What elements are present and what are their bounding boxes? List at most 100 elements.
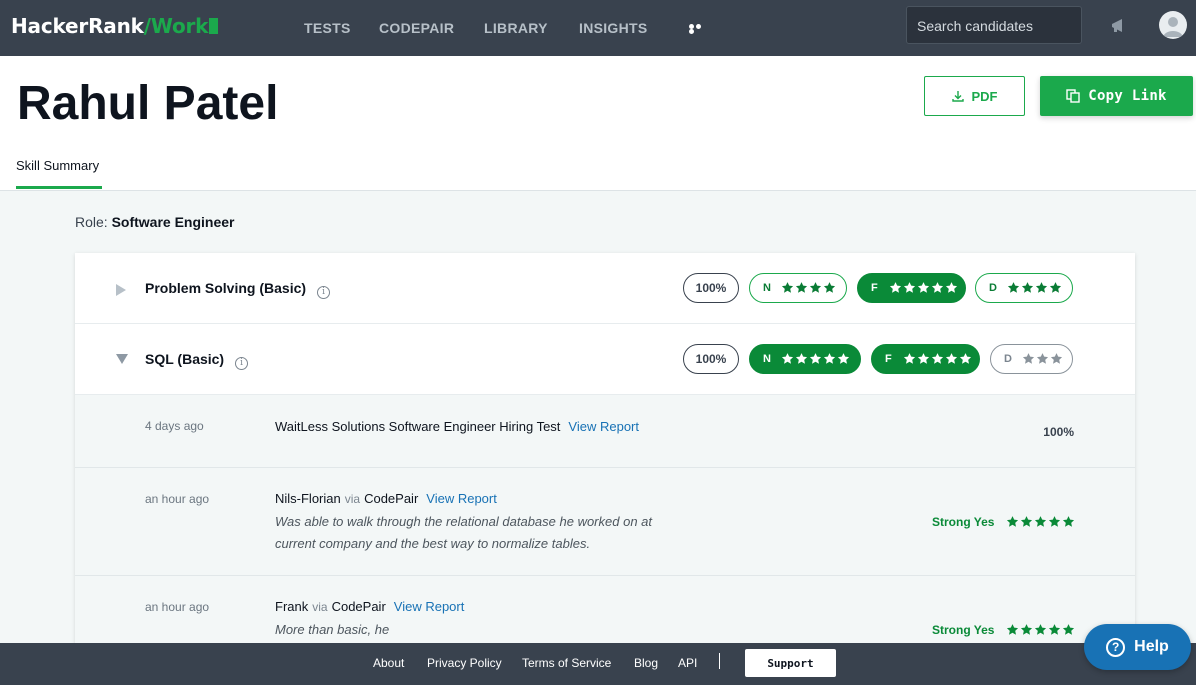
rating-badge-d: D: [990, 344, 1073, 374]
entry-score: 100%: [1043, 425, 1074, 439]
star-icon: [781, 282, 794, 293]
footer-link-privacy[interactable]: Privacy Policy: [427, 656, 502, 670]
star-icon: [889, 282, 902, 293]
star-icon: [1007, 282, 1020, 293]
star-icon: [823, 353, 836, 364]
star-icon: [945, 353, 958, 364]
pdf-label: PDF: [971, 88, 998, 104]
entry-interviewer: Frank via CodePair View Report: [275, 599, 465, 614]
codepair-entry: an hour ago Nils-Florian via CodePair View …: [75, 468, 1135, 576]
star-icon: [917, 282, 930, 293]
star-icon: [1034, 516, 1047, 527]
megaphone-icon[interactable]: [1109, 16, 1129, 36]
caret-right-icon[interactable]: [115, 283, 127, 297]
footer-link-api[interactable]: API: [678, 656, 697, 670]
star-icon: [795, 282, 808, 293]
view-report-link[interactable]: View Report: [394, 599, 465, 614]
rating-badge-n: N: [749, 344, 861, 374]
star-icon: [945, 282, 958, 293]
user-avatar[interactable]: [1159, 11, 1187, 39]
star-icon: [1048, 516, 1061, 527]
entry-time: an hour ago: [145, 600, 210, 614]
test-entry: 4 days ago WaitLess Solutions Software E…: [75, 395, 1135, 468]
footer-link-terms[interactable]: Terms of Service: [522, 656, 611, 670]
star-icon: [903, 353, 916, 364]
more-icon[interactable]: [689, 24, 708, 34]
nav-tests[interactable]: TESTS: [304, 20, 351, 36]
interviewer-note: More than basic, he: [275, 622, 390, 637]
nav-insights[interactable]: INSIGHTS: [579, 20, 648, 36]
info-icon[interactable]: i: [235, 357, 249, 370]
entry-time: an hour ago: [145, 492, 210, 506]
question-icon: ?: [1106, 637, 1126, 657]
copy-link-label: Copy Link: [1088, 88, 1167, 104]
tab-skill-summary[interactable]: Skill Summary: [16, 158, 99, 173]
star-icon: [1062, 624, 1075, 635]
skill-percent-badge: 100%: [683, 344, 739, 374]
search-input[interactable]: Search candidates: [906, 6, 1082, 44]
copy-link-button[interactable]: Copy Link: [1040, 76, 1193, 116]
star-icon: [931, 353, 944, 364]
caret-down-icon[interactable]: [115, 353, 129, 365]
help-label: Help: [1134, 638, 1169, 655]
nav-library[interactable]: LIBRARY: [484, 20, 548, 36]
skills-card: Problem Solving (Basic) i 100% N F D SQL …: [75, 253, 1135, 685]
star-icon: [903, 282, 916, 293]
nav-codepair[interactable]: CODEPAIR: [379, 20, 454, 36]
footer-divider: [719, 653, 720, 669]
footer: About Privacy Policy Terms of Service Bl…: [0, 643, 1196, 685]
view-report-link[interactable]: View Report: [426, 491, 497, 506]
top-navigation: HackerRank/Work TESTS CODEPAIR LIBRARY I…: [0, 0, 1196, 56]
star-icon: [795, 353, 808, 364]
entry-time: 4 days ago: [145, 419, 204, 433]
star-icon: [1020, 516, 1033, 527]
star-icon: [1034, 624, 1047, 635]
help-button[interactable]: ? Help: [1084, 624, 1191, 670]
avatar-icon: [1163, 17, 1183, 37]
star-icon: [1048, 624, 1061, 635]
candidate-name: Rahul Patel: [17, 77, 279, 130]
role-line: Role: Software Engineer: [75, 214, 235, 230]
view-report-link[interactable]: View Report: [568, 419, 639, 434]
role-value: Software Engineer: [111, 214, 235, 230]
download-icon: [951, 91, 964, 102]
rating-badge-f: F: [857, 273, 966, 303]
star-icon: [809, 353, 822, 364]
skill-percent-badge: 100%: [683, 273, 739, 303]
star-icon: [1006, 516, 1019, 527]
info-icon[interactable]: i: [317, 286, 331, 299]
skill-row-sql[interactable]: SQL (Basic) i 100% N F D: [75, 324, 1135, 395]
star-icon: [917, 353, 930, 364]
star-icon: [1049, 282, 1062, 293]
star-icon: [1021, 282, 1034, 293]
active-tab-indicator: [16, 186, 102, 189]
star-icon: [781, 353, 794, 364]
verdict-stars: [1006, 623, 1075, 636]
hackerrank-work-logo[interactable]: HackerRank/Work: [11, 14, 219, 38]
star-icon: [1020, 624, 1033, 635]
star-icon: [1006, 624, 1019, 635]
verdict-label: Strong Yes: [932, 515, 995, 529]
interviewer-note: Was able to walk through the relational …: [275, 514, 652, 551]
skill-title: Problem Solving (Basic) i: [145, 280, 331, 299]
support-button[interactable]: Support: [745, 649, 836, 677]
star-icon: [931, 282, 944, 293]
pdf-button[interactable]: PDF: [924, 76, 1025, 116]
star-icon: [1062, 516, 1075, 527]
star-icon: [1050, 353, 1063, 364]
star-icon: [809, 282, 822, 293]
entry-interviewer: Nils-Florian via CodePair View Report: [275, 491, 497, 506]
rating-badge-n: N: [749, 273, 847, 303]
star-icon: [823, 282, 836, 293]
rating-badge-d: D: [975, 273, 1073, 303]
skill-row-problem-solving[interactable]: Problem Solving (Basic) i 100% N F D: [75, 253, 1135, 324]
star-icon: [1036, 353, 1049, 364]
footer-link-blog[interactable]: Blog: [634, 656, 658, 670]
footer-link-about[interactable]: About: [373, 656, 404, 670]
star-icon: [959, 353, 972, 364]
rating-badge-f: F: [871, 344, 980, 374]
skill-title: SQL (Basic) i: [145, 351, 249, 370]
star-icon: [1035, 282, 1048, 293]
star-icon: [837, 353, 850, 364]
entry-title: WaitLess Solutions Software Engineer Hir…: [275, 419, 639, 434]
